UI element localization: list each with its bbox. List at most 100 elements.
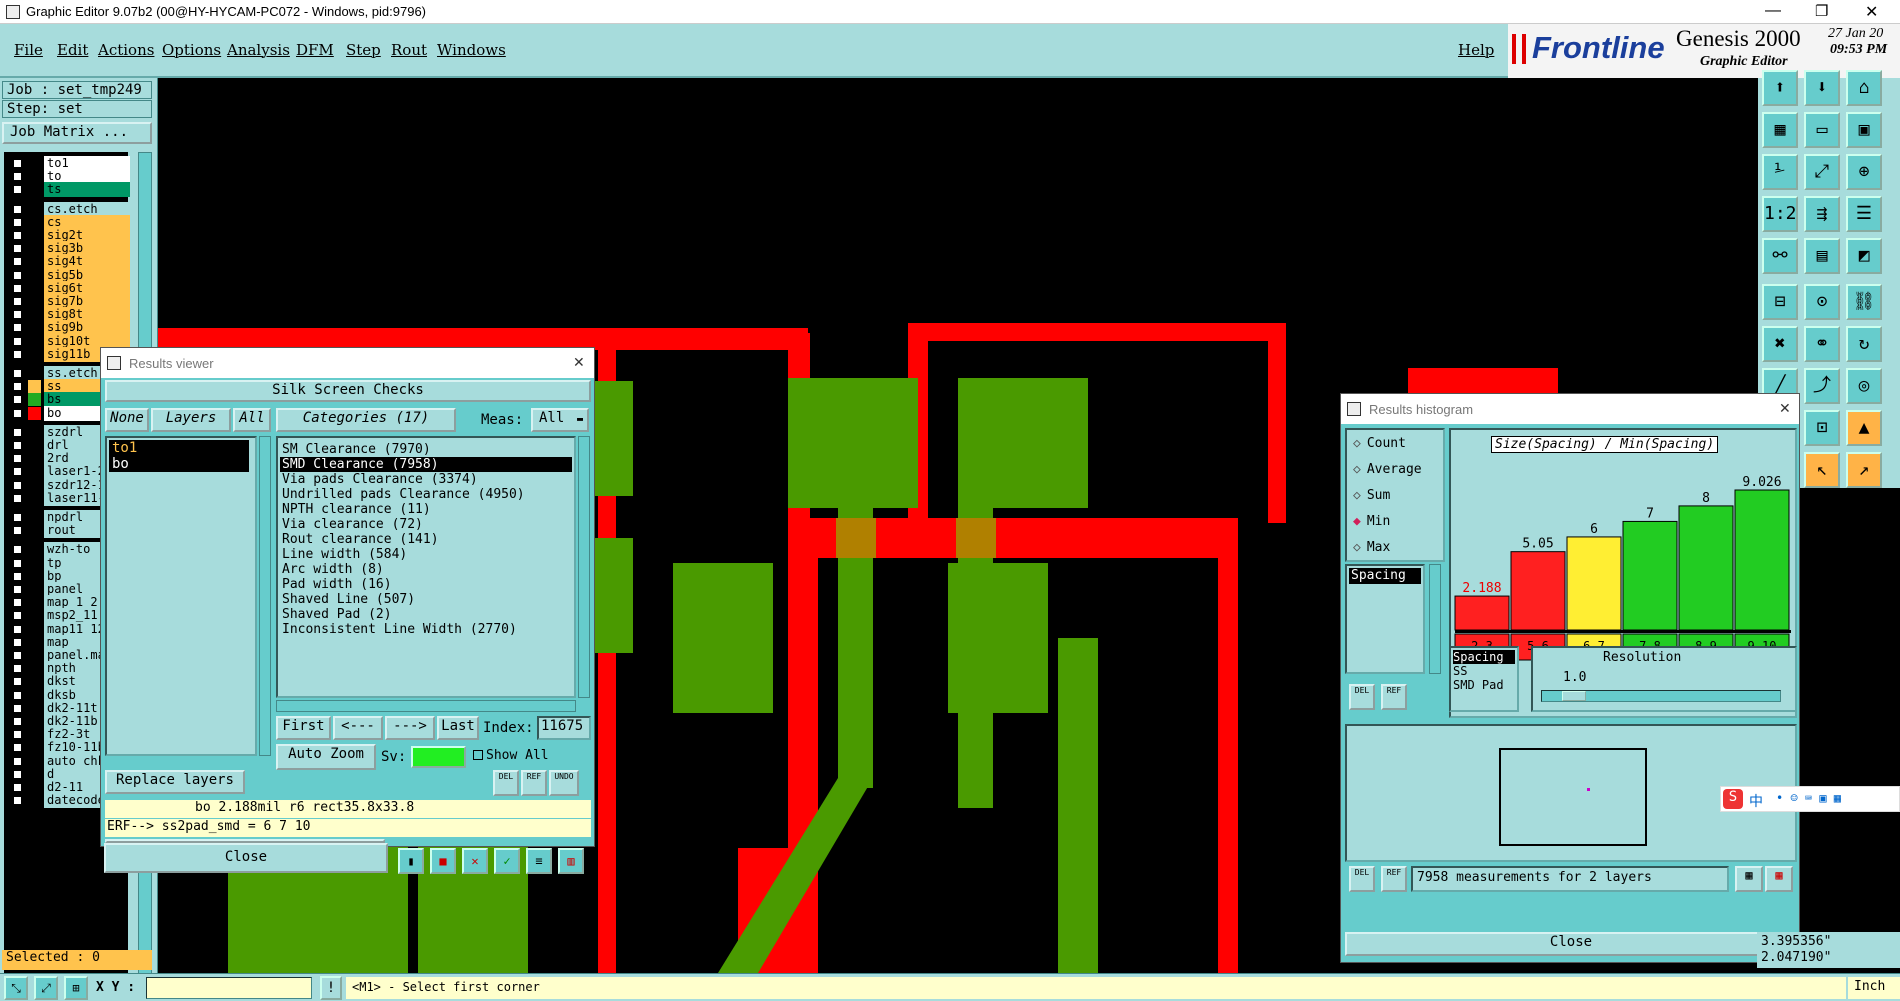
layer-checkbox[interactable] xyxy=(12,216,23,228)
results-close-button[interactable]: Close xyxy=(104,843,388,873)
layer-checkbox[interactable] xyxy=(12,203,23,215)
measure-scrollbar[interactable] xyxy=(1429,564,1441,674)
radio-icon[interactable]: ◇ xyxy=(1353,462,1361,477)
layer-checkbox[interactable] xyxy=(12,702,23,714)
layer-checkbox[interactable] xyxy=(12,636,23,648)
histogram-bar[interactable] xyxy=(1678,505,1734,631)
result-layer-row[interactable]: bo xyxy=(109,456,249,472)
radio-icon[interactable]: ◇ xyxy=(1353,436,1361,451)
cross-section-icon[interactable]: ⚯ xyxy=(1762,238,1798,274)
sv-color-dropdown[interactable] xyxy=(411,746,466,768)
layer-checkbox[interactable] xyxy=(12,394,23,406)
ime-tools-icon[interactable]: • ☺ ⌨ ▣ ▦ xyxy=(1776,791,1841,805)
category-item[interactable]: Undrilled pads Clearance (4950) xyxy=(280,487,572,502)
stop-icon[interactable]: ■ xyxy=(430,848,456,874)
snap-icon[interactable]: ⊞ xyxy=(64,976,88,1000)
next-button[interactable]: ---> xyxy=(385,716,435,740)
histogram-bar[interactable] xyxy=(1454,595,1510,631)
layer-checkbox[interactable] xyxy=(12,296,23,307)
flag-icon[interactable]: ▮ xyxy=(398,848,424,874)
layer-checkbox[interactable] xyxy=(12,426,23,438)
category-item[interactable]: Via clearance (72) xyxy=(280,517,572,532)
layer-checkbox[interactable] xyxy=(12,689,23,701)
connect-icon[interactable]: ⚭ xyxy=(1804,326,1840,362)
check-icon[interactable]: ✓ xyxy=(494,848,520,874)
layer-checkbox[interactable] xyxy=(12,570,23,582)
layer-checkbox[interactable] xyxy=(12,544,23,556)
category-item[interactable]: Pad width (16) xyxy=(280,577,572,592)
stat-option[interactable]: ◇ Average xyxy=(1353,462,1422,477)
list-icon[interactable]: ☰ xyxy=(1846,196,1882,232)
cursor-icon[interactable]: ↖ xyxy=(1804,452,1840,488)
hist-del-button[interactable]: DEL xyxy=(1349,684,1375,710)
result-layer-row[interactable]: to1 xyxy=(109,440,249,456)
category-item[interactable]: Inconsistent Line Width (2770) xyxy=(280,622,572,637)
layer-checkbox[interactable] xyxy=(12,348,23,360)
layer-checkbox[interactable] xyxy=(12,368,23,379)
layer-checkbox[interactable] xyxy=(12,782,23,793)
resolution-slider[interactable] xyxy=(1541,690,1781,702)
menu-step[interactable]: Step xyxy=(346,41,381,59)
save-icon[interactable]: ⬆ xyxy=(1762,70,1798,106)
layer-checkbox[interactable] xyxy=(12,729,23,741)
histogram-bar[interactable] xyxy=(1734,489,1790,631)
polygon-icon[interactable]: ◩ xyxy=(1846,238,1882,274)
copy-icon[interactable]: ▣ xyxy=(1846,112,1882,148)
layer-checkbox[interactable] xyxy=(12,158,23,169)
category-item[interactable]: SM Clearance (7970) xyxy=(280,442,572,457)
layer-checkbox[interactable] xyxy=(12,381,23,393)
histogram-icon[interactable]: ▥ xyxy=(558,848,584,874)
categories-button[interactable]: Categories (17) xyxy=(276,408,456,432)
one-to-one-icon[interactable]: 1:2 xyxy=(1762,196,1798,232)
stat-option[interactable]: ◇ Max xyxy=(1353,540,1390,555)
layer-checkbox[interactable] xyxy=(12,230,23,241)
layer-list-scrollbar[interactable] xyxy=(259,436,271,756)
menu-file[interactable]: File xyxy=(14,41,43,59)
layer-checkbox[interactable] xyxy=(12,322,23,334)
histogram-bar[interactable] xyxy=(1510,551,1566,631)
layer-checkbox[interactable] xyxy=(12,557,23,569)
scale-icon[interactable]: ⊙ xyxy=(1804,284,1840,320)
export-histogram-icon[interactable]: ▦ xyxy=(1765,866,1793,892)
layer-checkbox[interactable] xyxy=(12,309,23,321)
category-item[interactable]: Shaved Pad (2) xyxy=(280,607,572,622)
maximize-icon[interactable]: ❐ xyxy=(1815,2,1828,20)
select-icon[interactable]: ↗ xyxy=(1846,452,1882,488)
last-button[interactable]: Last xyxy=(437,716,479,740)
measure-item[interactable]: Spacing xyxy=(1349,568,1421,584)
add-line-icon[interactable]: ▲ xyxy=(1846,410,1882,446)
xy-input[interactable] xyxy=(146,977,312,999)
zoom-area-icon[interactable]: ⤡ xyxy=(4,976,28,1000)
job-matrix-button[interactable]: Job Matrix ... xyxy=(2,122,152,144)
layer-checkbox[interactable] xyxy=(12,597,23,609)
layer-checkbox[interactable] xyxy=(12,479,23,491)
layer-checkbox[interactable] xyxy=(12,171,23,183)
layer-checkbox[interactable] xyxy=(12,512,23,523)
layer-checkbox[interactable] xyxy=(12,269,23,281)
category-list[interactable]: SM Clearance (7970) SMD Clearance (7958) V… xyxy=(276,436,576,698)
layer-checkbox[interactable] xyxy=(12,407,23,419)
cut-icon[interactable]: ✖ xyxy=(1762,326,1798,362)
close-icon[interactable]: ✕ xyxy=(573,354,585,371)
category-hscrollbar[interactable] xyxy=(276,700,576,712)
alert-icon[interactable]: ! xyxy=(320,976,342,1000)
meas-dropdown[interactable]: All ▬ xyxy=(531,408,589,432)
first-button[interactable]: First xyxy=(276,716,331,740)
layer-checkbox[interactable] xyxy=(12,335,23,347)
layer-checkbox[interactable] xyxy=(12,755,23,767)
histogram-bar[interactable] xyxy=(1566,536,1622,631)
layer-checkbox[interactable] xyxy=(12,768,23,780)
category-item[interactable]: Shaved Line (507) xyxy=(280,592,572,607)
zoom-histogram-icon[interactable]: ▦ xyxy=(1735,866,1763,892)
drag-icon[interactable]: ◎ xyxy=(1846,368,1882,404)
all-button[interactable]: All xyxy=(233,408,271,432)
layer-checkbox[interactable] xyxy=(12,525,23,537)
layer-checkbox[interactable] xyxy=(12,282,23,294)
radio-icon[interactable]: ◆ xyxy=(1353,514,1361,529)
minimize-icon[interactable]: — xyxy=(1765,2,1781,20)
arc-icon[interactable]: ⤴ xyxy=(1804,368,1840,404)
move-icon[interactable]: ▭ xyxy=(1804,112,1840,148)
show-all-checkbox[interactable] xyxy=(473,750,483,760)
hist-ref-button-2[interactable]: REF xyxy=(1381,866,1407,892)
layer-checkbox[interactable] xyxy=(12,663,23,675)
